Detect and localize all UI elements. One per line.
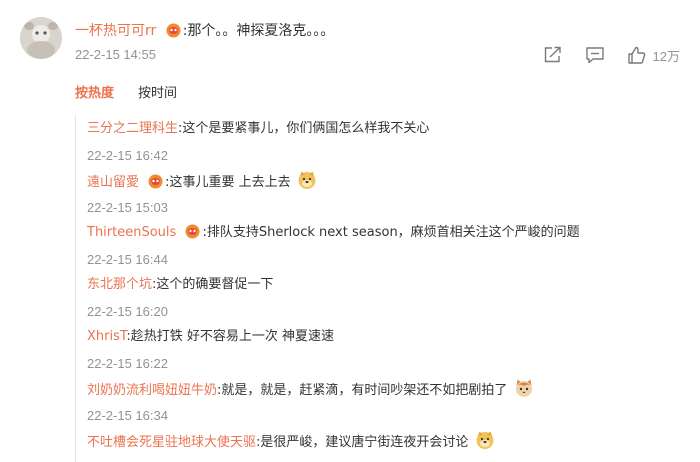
comment-button[interactable]	[585, 46, 605, 64]
reply-content: 这个是要紧事儿，你们俩国怎么样我不关心	[182, 121, 430, 136]
doge-emoji-icon	[297, 170, 317, 198]
like-button[interactable]: 12万	[627, 46, 680, 65]
reply-content: 是很严峻，建议唐宁街连夜开会讨论	[260, 435, 469, 450]
reply-text-line: XhrisT:趁热打铁 好不容易上一次 神夏速速	[87, 326, 334, 348]
tab-sort-by-hot[interactable]: 按热度	[75, 85, 114, 103]
reply-content: 这个的确要督促一下	[156, 277, 274, 292]
list-item: 刘奶奶流利喝妞妞牛奶:就是，就是，赶紧滴，有时间吵架还不如把剧拍了 22-2-1…	[87, 378, 534, 425]
reply-text-line: 刘奶奶流利喝妞妞牛奶:就是，就是，赶紧滴，有时间吵架还不如把剧拍了	[87, 378, 534, 400]
avatar-image	[20, 17, 62, 59]
comment-icon	[585, 47, 604, 64]
reply-text-line: 三分之二理科生:这个是要紧事儿，你们俩国怎么样我不关心	[87, 118, 429, 140]
share-button[interactable]	[543, 46, 563, 64]
comment-actions: 12万	[521, 44, 680, 66]
reply-text-line: 东北那个坑:这个的确要督促一下	[87, 274, 273, 296]
list-item: XhrisT:趁热打铁 好不容易上一次 神夏速速 22-2-15 16:22	[87, 326, 334, 373]
reply-username[interactable]: 遠山留愛	[87, 175, 139, 190]
vip-badge-icon	[165, 23, 182, 45]
reply-time: 22-2-15 16:34	[87, 408, 168, 423]
reply-username[interactable]: 刘奶奶流利喝妞妞牛奶	[87, 383, 217, 398]
top-comment-time: 22-2-15 14:55	[75, 47, 156, 62]
reply-time: 22-2-15 16:22	[87, 356, 168, 371]
list-item: 遠山留愛 :这事儿重要 上去上去 22-2-15 15:03	[87, 170, 317, 217]
doge-emoji-icon	[475, 430, 495, 458]
weibo-comment-thread: 一杯热可可rr :那个。。神探夏洛克。。。 22-2-15 14:55 12万	[0, 0, 700, 462]
reply-content: 这事儿重要 上去上去	[169, 175, 291, 190]
reply-content: 就是，就是，赶紧滴，有时间吵架还不如把剧拍了	[221, 383, 508, 398]
like-count: 12万	[652, 48, 680, 64]
top-comment-content: 那个。。神探夏洛克。。。	[187, 23, 335, 39]
sort-tabs: 按热度 按时间	[75, 85, 201, 103]
list-item: 不吐槽会死星驻地球大使天驱:是很严峻，建议唐宁街连夜开会讨论	[87, 430, 495, 452]
like-icon	[627, 46, 645, 64]
reply-username[interactable]: ThirteenSouls	[87, 225, 176, 240]
reply-text-line: ThirteenSouls :排队支持Sherlock next season，…	[87, 222, 580, 244]
reply-username[interactable]: XhrisT	[87, 329, 126, 344]
reply-text-line: 不吐槽会死星驻地球大使天驱:是很严峻，建议唐宁街连夜开会讨论	[87, 430, 495, 452]
reply-content: 排队支持Sherlock next season，麻烦首相关注这个严峻的问题	[206, 225, 580, 240]
reply-username[interactable]: 东北那个坑	[87, 277, 152, 292]
reply-time: 22-2-15 16:42	[87, 148, 168, 163]
reply-text-line: 遠山留愛 :这事儿重要 上去上去	[87, 170, 317, 192]
list-item: 三分之二理科生:这个是要紧事儿，你们俩国怎么样我不关心 22-2-15 16:4…	[87, 118, 429, 165]
top-comment-username[interactable]: 一杯热可可rr	[75, 23, 156, 39]
reply-time: 22-2-15 16:20	[87, 304, 168, 319]
reply-list: 三分之二理科生:这个是要紧事儿，你们俩国怎么样我不关心 22-2-15 16:4…	[75, 115, 676, 462]
top-comment-text-line: 一杯热可可rr :那个。。神探夏洛克。。。	[75, 20, 334, 42]
reply-content: 趁热打铁 好不容易上一次 神夏速速	[130, 329, 335, 344]
list-item: ThirteenSouls :排队支持Sherlock next season，…	[87, 222, 580, 269]
avatar[interactable]	[20, 17, 62, 59]
reply-username[interactable]: 三分之二理科生	[87, 121, 178, 136]
vip-badge-icon	[184, 224, 201, 247]
vip-badge-icon	[147, 174, 164, 197]
list-item: 东北那个坑:这个的确要督促一下 22-2-15 16:20	[87, 274, 273, 321]
share-icon	[544, 46, 561, 63]
reply-time: 22-2-15 16:44	[87, 252, 168, 267]
tab-sort-by-time[interactable]: 按时间	[138, 85, 177, 103]
reply-time: 22-2-15 15:03	[87, 200, 168, 215]
reply-username[interactable]: 不吐槽会死星驻地球大使天驱	[87, 435, 256, 450]
cat-emoji-icon	[514, 378, 534, 406]
